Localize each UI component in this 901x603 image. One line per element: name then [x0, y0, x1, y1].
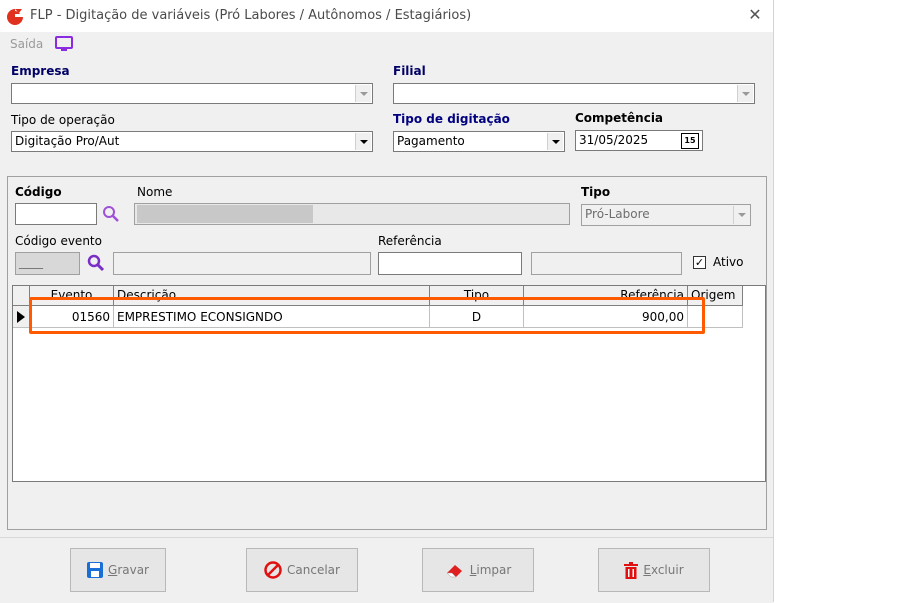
tipo-operacao-value: Digitação Pro/Aut — [15, 134, 120, 148]
close-icon[interactable]: ✕ — [744, 4, 766, 26]
tipo-operacao-label: Tipo de operação — [11, 113, 115, 127]
monitor-icon[interactable] — [54, 36, 74, 52]
gravar-label: Gravar — [108, 563, 149, 577]
gravar-button[interactable]: Gravar — [70, 548, 166, 592]
codigo-evento-value: ____ — [19, 255, 43, 269]
codigo-evento-label: Código evento — [15, 234, 102, 248]
tipo-value: Pró-Labore — [585, 207, 650, 221]
filial-label: Filial — [393, 64, 426, 78]
menu-saida[interactable]: Saída — [10, 37, 43, 51]
chevron-down-icon[interactable] — [355, 85, 371, 102]
competencia-field[interactable]: 31/05/2025 15 — [575, 130, 703, 151]
limpar-label: Limpar — [469, 563, 512, 577]
nome-redacted-value — [137, 205, 313, 223]
window-title: FLP - Digitação de variáveis (Pró Labore… — [30, 8, 472, 23]
calendar-icon[interactable]: 15 — [681, 133, 699, 149]
title-bar: FLP - Digitação de variáveis (Pró Labore… — [0, 0, 773, 32]
trash-icon — [624, 561, 639, 579]
save-icon — [87, 562, 103, 578]
cancelar-button[interactable]: Cancelar — [246, 548, 358, 592]
nome-field[interactable] — [134, 203, 570, 225]
empresa-label: Empresa — [11, 64, 70, 78]
chevron-down-icon[interactable] — [355, 133, 371, 150]
search-icon[interactable] — [102, 205, 120, 223]
referencia-field[interactable] — [378, 252, 522, 275]
tipo-combo[interactable]: Pró-Labore — [581, 204, 751, 226]
ativo-checkbox[interactable]: ✓ — [693, 256, 706, 269]
cancelar-label: Cancelar — [287, 563, 340, 577]
chevron-down-icon[interactable] — [733, 206, 749, 224]
tipo-digitacao-label: Tipo de digitação — [393, 112, 510, 126]
chevron-down-icon[interactable] — [547, 133, 563, 150]
application-window: FLP - Digitação de variáveis (Pró Labore… — [0, 0, 774, 603]
empresa-combo[interactable] — [11, 83, 373, 104]
row-indicator-icon — [13, 306, 30, 328]
competencia-label: Competência — [575, 111, 664, 125]
highlight-box — [29, 297, 705, 334]
app-logo-icon — [7, 9, 23, 25]
tipo-digitacao-value: Pagamento — [397, 134, 465, 148]
eraser-icon — [446, 565, 462, 578]
extra-field — [531, 252, 682, 275]
filial-combo[interactable] — [393, 83, 755, 104]
tipo-operacao-combo[interactable]: Digitação Pro/Aut — [11, 131, 373, 152]
codigo-field[interactable] — [15, 203, 97, 225]
codigo-evento-field[interactable]: ____ — [15, 252, 80, 275]
descricao-evento-field — [113, 252, 371, 275]
tipo-label: Tipo — [581, 185, 611, 199]
excluir-label: Excluir — [643, 563, 684, 577]
limpar-button[interactable]: Limpar — [422, 548, 534, 592]
grid-row-indicator-header — [13, 286, 30, 306]
competencia-value: 31/05/2025 — [579, 133, 649, 147]
chevron-down-icon[interactable] — [737, 85, 753, 102]
excluir-button[interactable]: Excluir — [598, 548, 710, 592]
codigo-label: Código — [15, 185, 62, 199]
ativo-label: Ativo — [713, 255, 744, 269]
nome-label: Nome — [137, 185, 173, 199]
tipo-digitacao-combo[interactable]: Pagamento — [393, 131, 565, 152]
search-icon[interactable] — [87, 254, 105, 272]
referencia-label: Referência — [378, 234, 442, 248]
cancel-icon — [264, 561, 282, 579]
